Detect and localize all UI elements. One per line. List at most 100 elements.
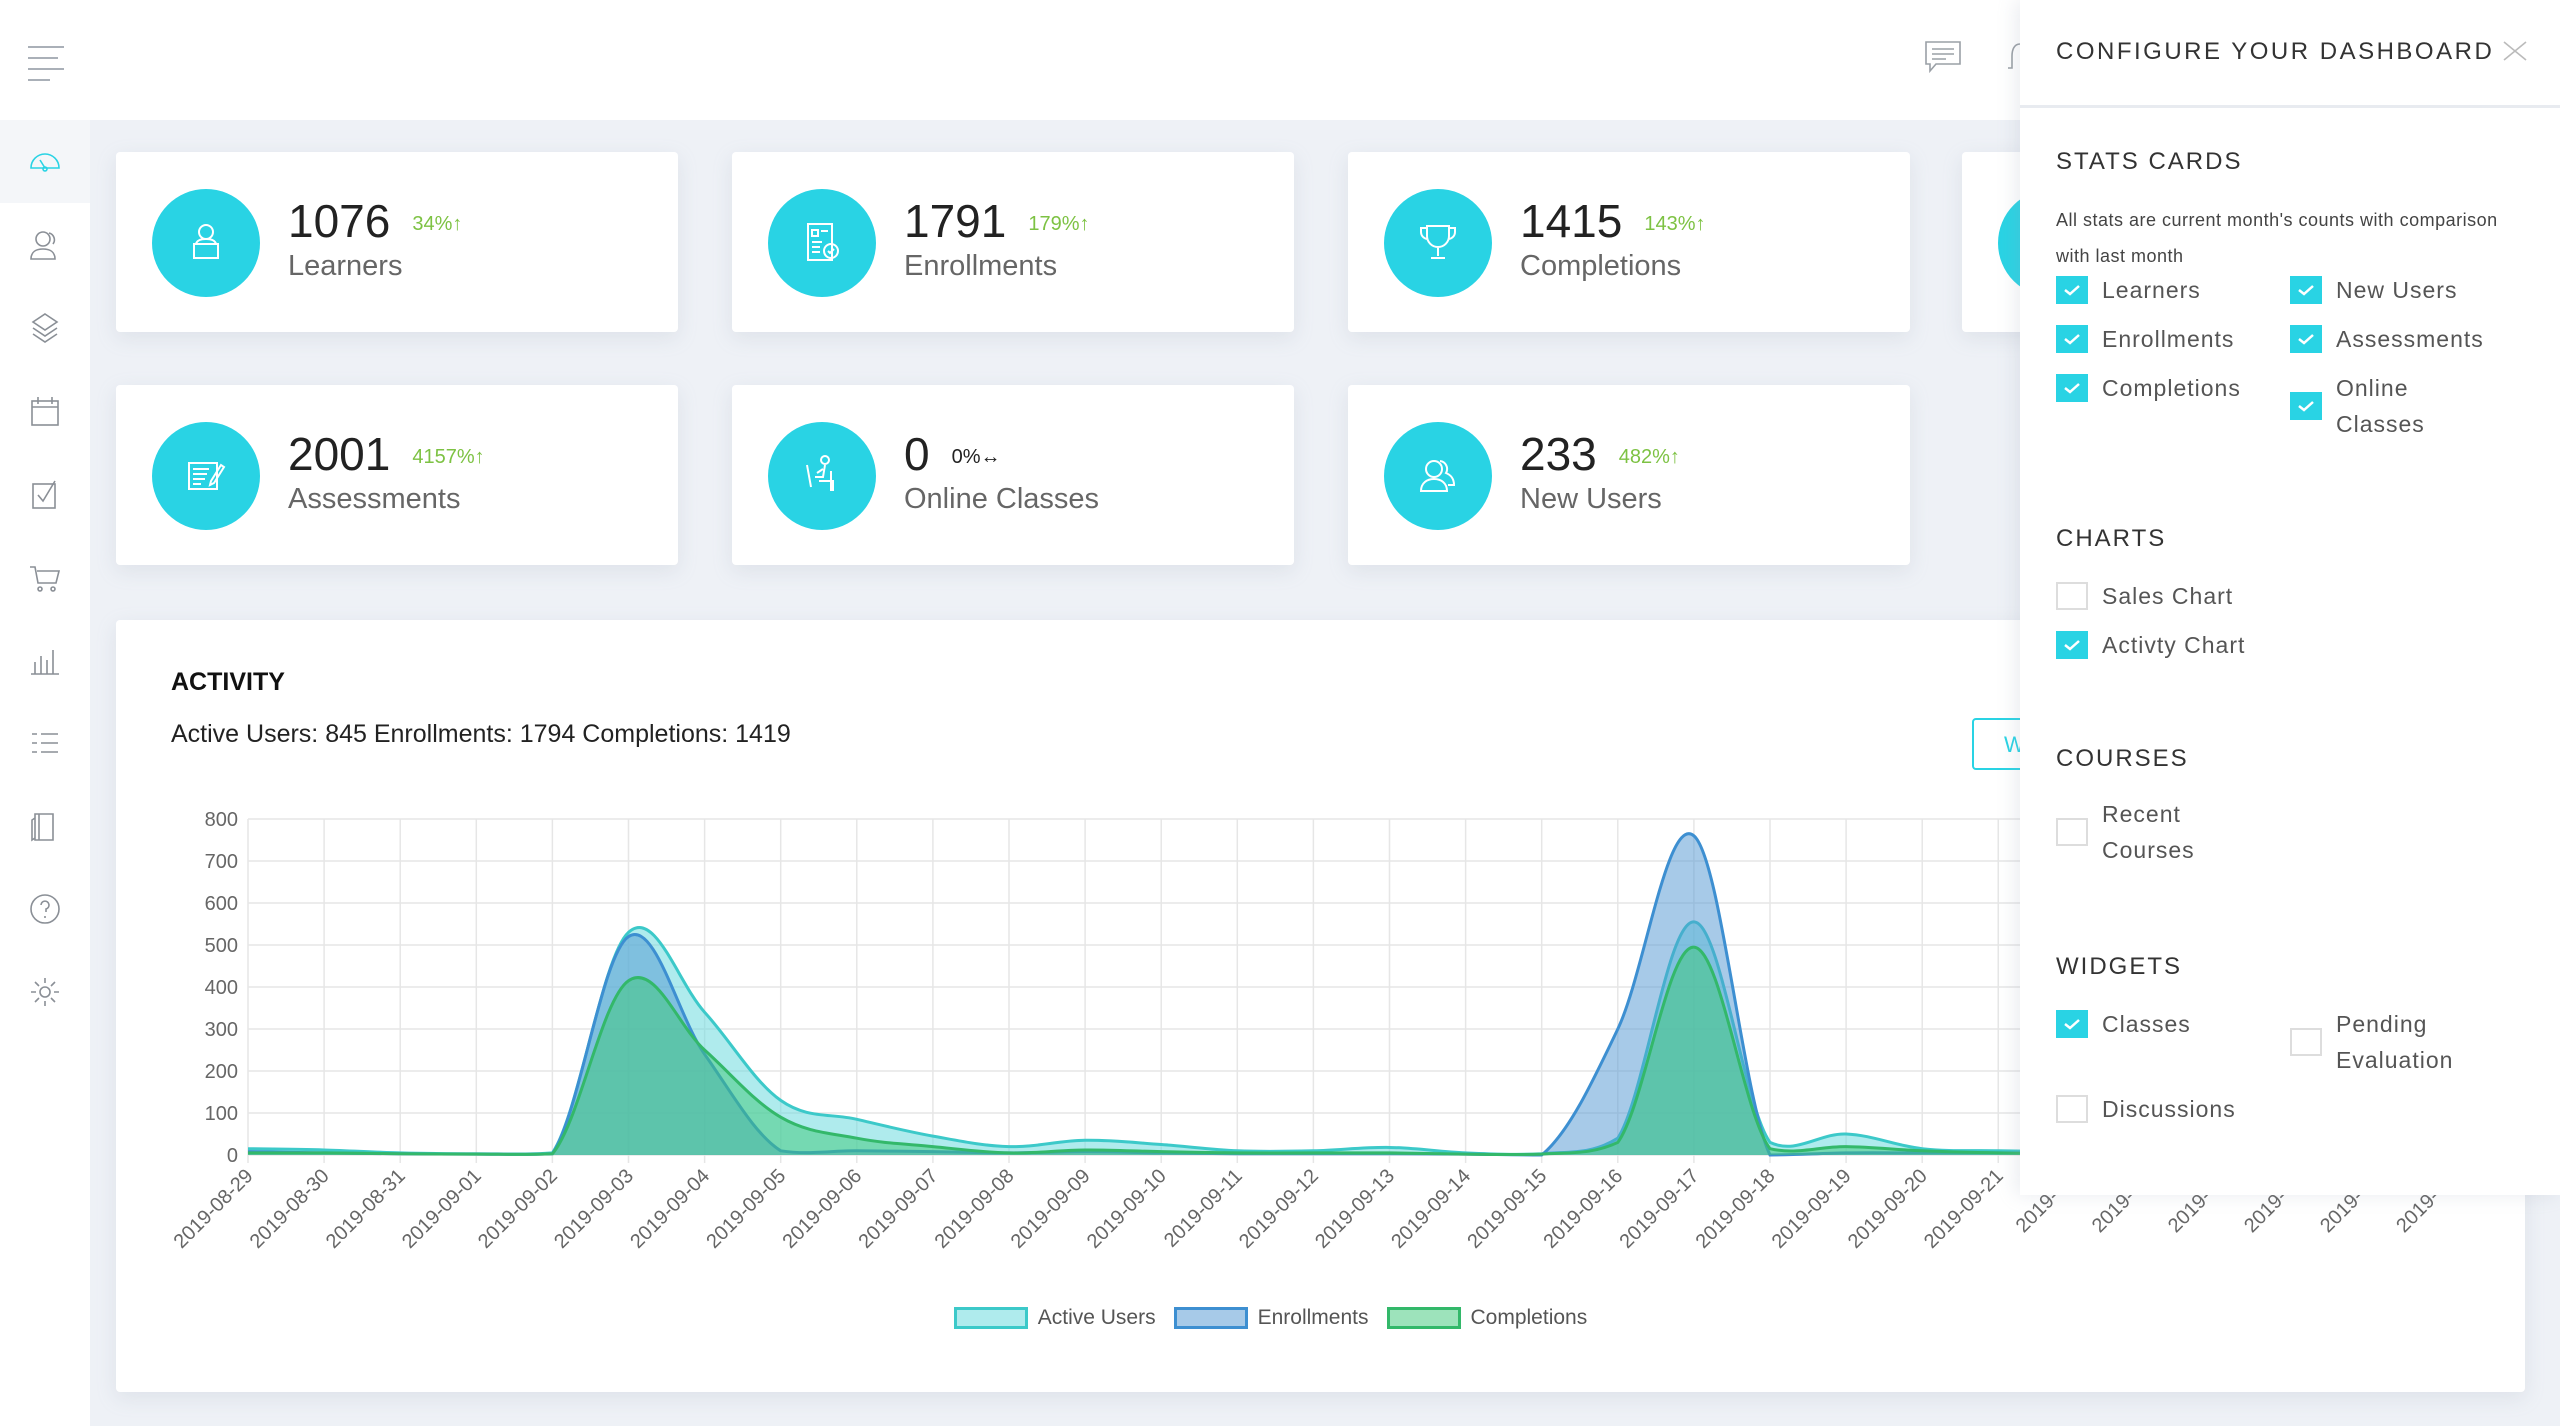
book-icon: [31, 812, 54, 841]
checkbox-box[interactable]: [2056, 818, 2088, 846]
checkbox-label: Recent Courses: [2102, 801, 2195, 863]
checkbox-learners[interactable]: Learners: [2056, 272, 2201, 308]
menu-icon[interactable]: [28, 46, 64, 90]
legend-item[interactable]: Enrollments: [1173, 1306, 1369, 1330]
checkbox-assessments[interactable]: Assessments: [2290, 321, 2484, 357]
legend-swatch: [1386, 1307, 1461, 1330]
checkbox-box[interactable]: [2056, 582, 2088, 610]
y-tick-label: 300: [205, 1019, 238, 1041]
sidebar-item-dashboard[interactable]: [0, 120, 90, 203]
stat-card-enrollments[interactable]: 1791 179%↑ Enrollments: [732, 152, 1294, 332]
stat-label: Online Classes: [904, 483, 1100, 515]
checkbox-recent-courses[interactable]: Recent Courses: [2056, 796, 2216, 868]
stat-value: 233 482%↑: [1520, 428, 1680, 480]
cart-icon: [30, 565, 61, 592]
legend-label: Active Users: [1037, 1306, 1156, 1329]
x-tick-label: 2019-09-13: [1311, 1165, 1399, 1253]
stat-card-online-classes[interactable]: 0 0%↔ Online Classes: [732, 385, 1294, 565]
legend-item[interactable]: Active Users: [953, 1306, 1156, 1330]
y-tick-label: 200: [205, 1061, 238, 1083]
checkbox-online-classes[interactable]: Online Classes: [2290, 370, 2450, 442]
checkbox-label: Online Classes: [2336, 375, 2425, 437]
legend-item[interactable]: Completions: [1386, 1306, 1587, 1330]
sidebar-item-bar-chart[interactable]: [0, 618, 90, 701]
x-tick-label: 2019-09-14: [1387, 1165, 1475, 1253]
checkbox-label: Pending Evaluation: [2336, 1011, 2454, 1073]
checkbox-label: Completions: [2102, 375, 2241, 401]
x-tick-label: 2019-08-30: [246, 1165, 334, 1253]
list-icon: [32, 732, 58, 753]
stat-icon-circle: [768, 422, 876, 530]
checkbox-discussions[interactable]: Discussions: [2056, 1091, 2236, 1127]
bar-chart-icon: [31, 649, 59, 675]
y-tick-label: 700: [205, 851, 238, 873]
enrollment-icon: [807, 223, 839, 261]
checkbox-label: Discussions: [2102, 1096, 2236, 1122]
new-users-icon: [1419, 460, 1456, 492]
checkbox-box[interactable]: [2056, 1095, 2088, 1123]
checkbox-label: Assessments: [2336, 326, 2484, 352]
x-tick-label: 2019-09-11: [1160, 1165, 1247, 1252]
legend-swatch: [953, 1307, 1028, 1330]
y-tick-label: 800: [205, 809, 238, 831]
users-icon: [30, 230, 56, 260]
legend-label: Enrollments: [1257, 1306, 1369, 1329]
checkbox-activty-chart[interactable]: Activty Chart: [2056, 627, 2245, 663]
sidebar-item-layers[interactable]: [0, 286, 90, 369]
x-tick-label: 2019-09-18: [1692, 1165, 1780, 1253]
y-tick-label: 100: [205, 1103, 238, 1125]
stat-value: 1415 143%↑: [1520, 195, 1706, 247]
checkbox-box[interactable]: [2290, 276, 2322, 304]
checkbox-classes[interactable]: Classes: [2056, 1006, 2191, 1042]
checkbox-enrollments[interactable]: Enrollments: [2056, 321, 2234, 357]
chat-icon[interactable]: [1924, 40, 1962, 76]
x-tick-label: 2019-09-06: [778, 1165, 866, 1253]
checkbox-label: Activty Chart: [2102, 632, 2246, 658]
checkbox-box[interactable]: [2056, 276, 2088, 304]
close-icon[interactable]: [2500, 36, 2530, 66]
stat-card-new-users[interactable]: 233 482%↑ New Users: [1348, 385, 1910, 565]
charts-heading: CHARTS: [2056, 525, 2167, 552]
checkbox-box[interactable]: [2290, 392, 2322, 420]
checkbox-box[interactable]: [2056, 631, 2088, 659]
checkbox-sales-chart[interactable]: Sales Chart: [2056, 578, 2233, 614]
sidebar-item-checkbox[interactable]: [0, 452, 90, 535]
stat-change: 143%↑: [1644, 213, 1706, 236]
checkbox-box[interactable]: [2290, 1028, 2322, 1056]
x-tick-label: 2019-09-16: [1539, 1165, 1627, 1253]
checkbox-new-users[interactable]: New Users: [2290, 272, 2457, 308]
x-tick-label: 2019-08-31: [322, 1165, 410, 1253]
stat-card-learners[interactable]: 1076 34%↑ Learners: [116, 152, 678, 332]
checkbox-label: Classes: [2102, 1011, 2191, 1037]
sidebar-item-users[interactable]: [0, 203, 90, 286]
stat-card-assessments[interactable]: 2001 4157%↑ Assessments: [116, 385, 678, 565]
x-tick-label: 2019-09-19: [1768, 1165, 1856, 1253]
sidebar-item-help[interactable]: [0, 867, 90, 950]
x-tick-label: 2019-09-12: [1235, 1165, 1323, 1253]
sidebar-item-book[interactable]: [0, 784, 90, 867]
stat-value: 2001 4157%↑: [288, 428, 485, 480]
sidebar-item-cart[interactable]: [0, 535, 90, 618]
calendar-icon: [31, 396, 59, 426]
checkbox-completions[interactable]: Completions: [2056, 370, 2241, 406]
checkbox-box[interactable]: [2056, 325, 2088, 353]
trophy-icon: [1420, 225, 1456, 259]
panel-title: CONFIGURE YOUR DASHBOARD: [2056, 38, 2495, 65]
y-tick-label: 0: [227, 1145, 238, 1167]
sidebar-item-list[interactable]: [0, 701, 90, 784]
sidebar-item-calendar[interactable]: [0, 369, 90, 452]
checkbox-box[interactable]: [2056, 1010, 2088, 1038]
online-class-icon: [806, 455, 834, 491]
assessment-icon: [188, 462, 226, 490]
x-tick-label: 2019-09-04: [626, 1165, 714, 1253]
stat-card-completions[interactable]: 1415 143%↑ Completions: [1348, 152, 1910, 332]
checkbox-box[interactable]: [2290, 325, 2322, 353]
widgets-heading: WIDGETS: [2056, 953, 2182, 980]
checkbox-pending-evaluation[interactable]: Pending Evaluation: [2290, 1006, 2530, 1078]
sidebar-item-gear[interactable]: [0, 950, 90, 1033]
y-tick-label: 600: [205, 893, 238, 915]
checkbox-box[interactable]: [2056, 374, 2088, 402]
x-tick-label: 2019-09-01: [398, 1165, 486, 1253]
stat-change: 34%↑: [412, 213, 463, 236]
x-tick-label: 2019-09-10: [1083, 1165, 1171, 1253]
